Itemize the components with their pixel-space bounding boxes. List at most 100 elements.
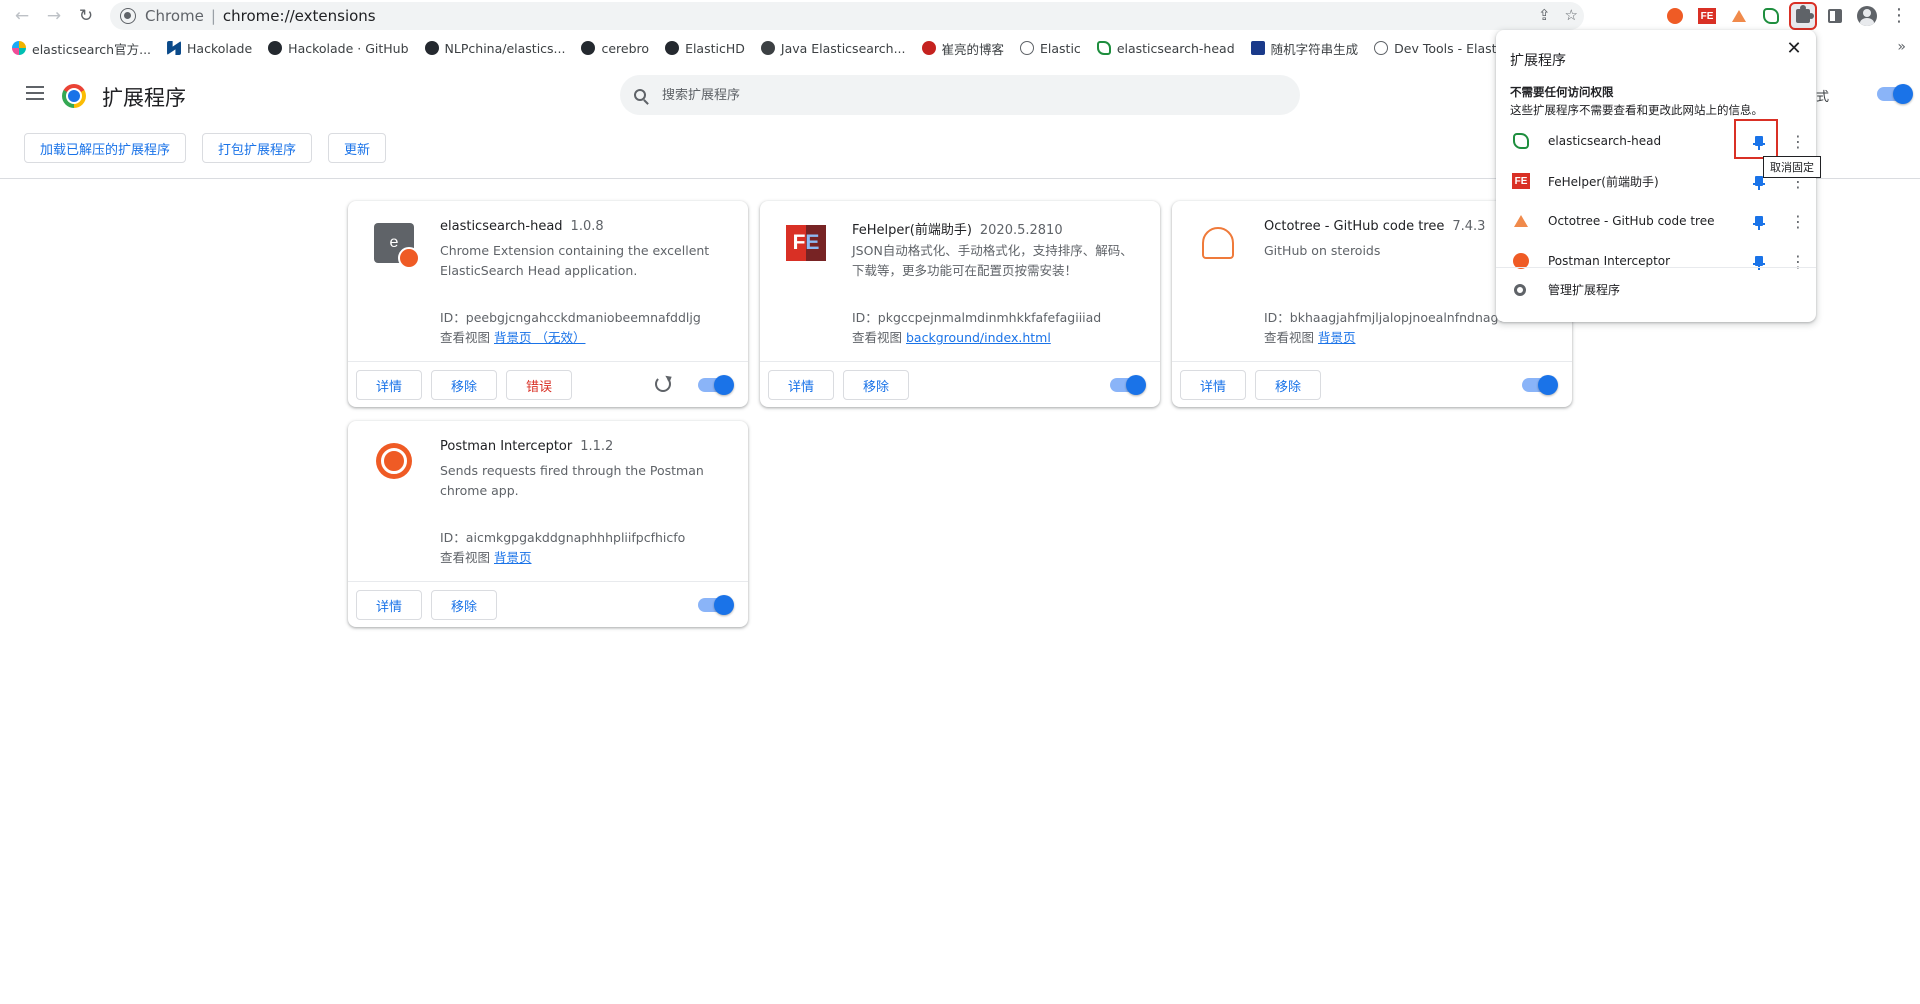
- unpin-tooltip: 取消固定: [1763, 156, 1821, 178]
- details-button[interactable]: 详情: [768, 370, 834, 400]
- octotree-tree-icon: [1202, 227, 1234, 259]
- extension-card-postman-interceptor: Postman Interceptor1.1.2 Sends requests …: [348, 421, 748, 627]
- fehelper-icon: FE: [1698, 8, 1716, 24]
- remove-button[interactable]: 移除: [431, 370, 497, 400]
- bookmark-item[interactable]: 随机字符串生成: [1251, 39, 1359, 58]
- elasticsearch-head-icon-wrap: [1512, 132, 1530, 150]
- manage-extensions-item[interactable]: 管理扩展程序: [1496, 267, 1816, 311]
- reload-icon[interactable]: ↻: [72, 2, 100, 30]
- fehelper-toolbar-button[interactable]: FE: [1695, 4, 1719, 28]
- item-more-icon[interactable]: ⋮: [1790, 132, 1806, 151]
- popup-item-octotree[interactable]: Octotree - GitHub code tree ⋮: [1496, 201, 1816, 241]
- enable-toggle[interactable]: [698, 598, 732, 612]
- chrome-logo-icon: [62, 84, 86, 108]
- pin-icon: [1755, 176, 1763, 186]
- extension-description: Chrome Extension containing the excellen…: [440, 241, 730, 281]
- address-origin: Chrome: [145, 7, 204, 25]
- side-panel-button[interactable]: [1823, 4, 1847, 28]
- octotree-icon: [1732, 10, 1746, 22]
- hackolade-icon: [167, 41, 181, 55]
- inspect-views: 查看视图 背景页 （无效）: [440, 327, 585, 346]
- extension-version: 1.0.8: [571, 219, 604, 234]
- details-button[interactable]: 详情: [356, 370, 422, 400]
- popup-section-subtitle: 这些扩展程序不需要查看和更改此网站上的信息。: [1510, 102, 1763, 118]
- inspect-view-link[interactable]: background/index.html: [906, 330, 1051, 345]
- close-icon[interactable]: ✕: [1782, 36, 1806, 60]
- details-button[interactable]: 详情: [356, 590, 422, 620]
- chrome-menu-button[interactable]: ⋮: [1887, 4, 1911, 28]
- inspect-view-link[interactable]: 背景页: [1318, 330, 1356, 345]
- inspect-views: 查看视图 background/index.html: [852, 327, 1051, 346]
- item-more-icon[interactable]: ⋮: [1790, 212, 1806, 231]
- action-row: 加载已解压的扩展程序 打包扩展程序 更新: [24, 133, 386, 163]
- bookmark-item[interactable]: Dev Tools - Elastic: [1374, 41, 1507, 56]
- address-separator: |: [211, 7, 216, 25]
- forward-arrow-icon[interactable]: →: [40, 2, 68, 30]
- remove-button[interactable]: 移除: [431, 590, 497, 620]
- popup-section-title: 不需要任何访问权限: [1510, 84, 1614, 100]
- search-field[interactable]: [620, 75, 1300, 115]
- bookmark-item[interactable]: 崔亮的博客: [922, 39, 1005, 58]
- bookmark-star-icon[interactable]: ☆: [1565, 6, 1578, 24]
- enable-toggle[interactable]: [1110, 378, 1144, 392]
- pin-icon: [1755, 216, 1763, 226]
- remove-button[interactable]: 移除: [1255, 370, 1321, 400]
- extension-version: 7.4.3: [1452, 219, 1485, 234]
- pin-button[interactable]: [1752, 254, 1766, 268]
- inspect-view-link[interactable]: 背景页 （无效）: [494, 330, 585, 345]
- search-icon: [634, 89, 646, 101]
- enable-toggle[interactable]: [1522, 378, 1556, 392]
- bookmark-item[interactable]: elasticsearch官方...: [12, 39, 151, 58]
- details-button[interactable]: 详情: [1180, 370, 1246, 400]
- fehelper-icon-wrap: FE: [1512, 172, 1530, 190]
- octotree-toolbar-button[interactable]: [1727, 4, 1751, 28]
- fehelper-icon: FE: [1512, 173, 1530, 189]
- enable-toggle[interactable]: [698, 378, 732, 392]
- update-button[interactable]: 更新: [328, 133, 386, 163]
- bookmark-label: cerebro: [601, 41, 649, 56]
- load-unpacked-button[interactable]: 加载已解压的扩展程序: [24, 133, 186, 163]
- browser-toolbar: ← → ↻ Chrome | chrome://extensions ⇪ ☆ F…: [0, 0, 1920, 32]
- extension-name: Postman Interceptor: [440, 439, 572, 454]
- kebab-menu-icon: ⋮: [1890, 7, 1908, 25]
- extension-description: JSON自动格式化、手动格式化，支持排序、解码、下载等，更多功能可在配置页按需安…: [852, 241, 1142, 281]
- inspect-views-label: 查看视图: [852, 330, 902, 345]
- bookmarks-overflow-icon[interactable]: »: [1897, 39, 1906, 55]
- extension-description: Sends requests fired through the Postman…: [440, 461, 730, 501]
- address-bar[interactable]: Chrome | chrome://extensions ⇪ ☆: [110, 2, 1584, 30]
- profile-button[interactable]: [1855, 4, 1879, 28]
- pin-button[interactable]: [1752, 214, 1766, 228]
- bookmark-item[interactable]: NLPchina/elastics...: [425, 41, 566, 56]
- bookmark-label: Java Elasticsearch...: [781, 41, 906, 56]
- octotree-icon: [1198, 223, 1238, 263]
- extension-name: elasticsearch-head: [440, 219, 563, 234]
- extensions-menu-button[interactable]: [1791, 4, 1815, 28]
- share-icon[interactable]: ⇪: [1538, 6, 1551, 24]
- manage-extensions-label: 管理扩展程序: [1548, 281, 1620, 298]
- bookmark-item[interactable]: cerebro: [581, 41, 649, 56]
- puzzle-icon: [1796, 9, 1810, 23]
- bookmark-label: ElasticHD: [685, 41, 745, 56]
- bookmark-item[interactable]: ElasticHD: [665, 41, 745, 56]
- elasticsearch-head-toolbar-button[interactable]: [1759, 4, 1783, 28]
- back-arrow-icon[interactable]: ←: [8, 2, 36, 30]
- bookmark-label: elasticsearch-head: [1117, 41, 1235, 56]
- inspect-view-link[interactable]: 背景页: [494, 550, 532, 565]
- blog-icon: [922, 41, 936, 55]
- dev-mode-toggle[interactable]: [1877, 87, 1911, 101]
- postman-toolbar-button[interactable]: [1663, 4, 1687, 28]
- popup-item-name: FeHelper(前端助手): [1548, 173, 1659, 190]
- bookmark-item[interactable]: Elastic: [1020, 41, 1081, 56]
- pack-extension-button[interactable]: 打包扩展程序: [202, 133, 312, 163]
- bookmark-item[interactable]: Hackolade: [167, 41, 252, 56]
- bookmark-item[interactable]: elasticsearch-head: [1097, 41, 1235, 56]
- bookmark-label: Hackolade: [187, 41, 252, 56]
- hamburger-menu-icon[interactable]: [26, 86, 44, 100]
- search-input[interactable]: [662, 88, 1262, 103]
- remove-button[interactable]: 移除: [843, 370, 909, 400]
- side-panel-icon: [1828, 9, 1842, 23]
- reload-extension-icon[interactable]: [655, 376, 671, 392]
- bookmark-item[interactable]: Hackolade · GitHub: [268, 41, 408, 56]
- errors-button[interactable]: 错误: [506, 370, 572, 400]
- bookmark-item[interactable]: Java Elasticsearch...: [761, 41, 906, 56]
